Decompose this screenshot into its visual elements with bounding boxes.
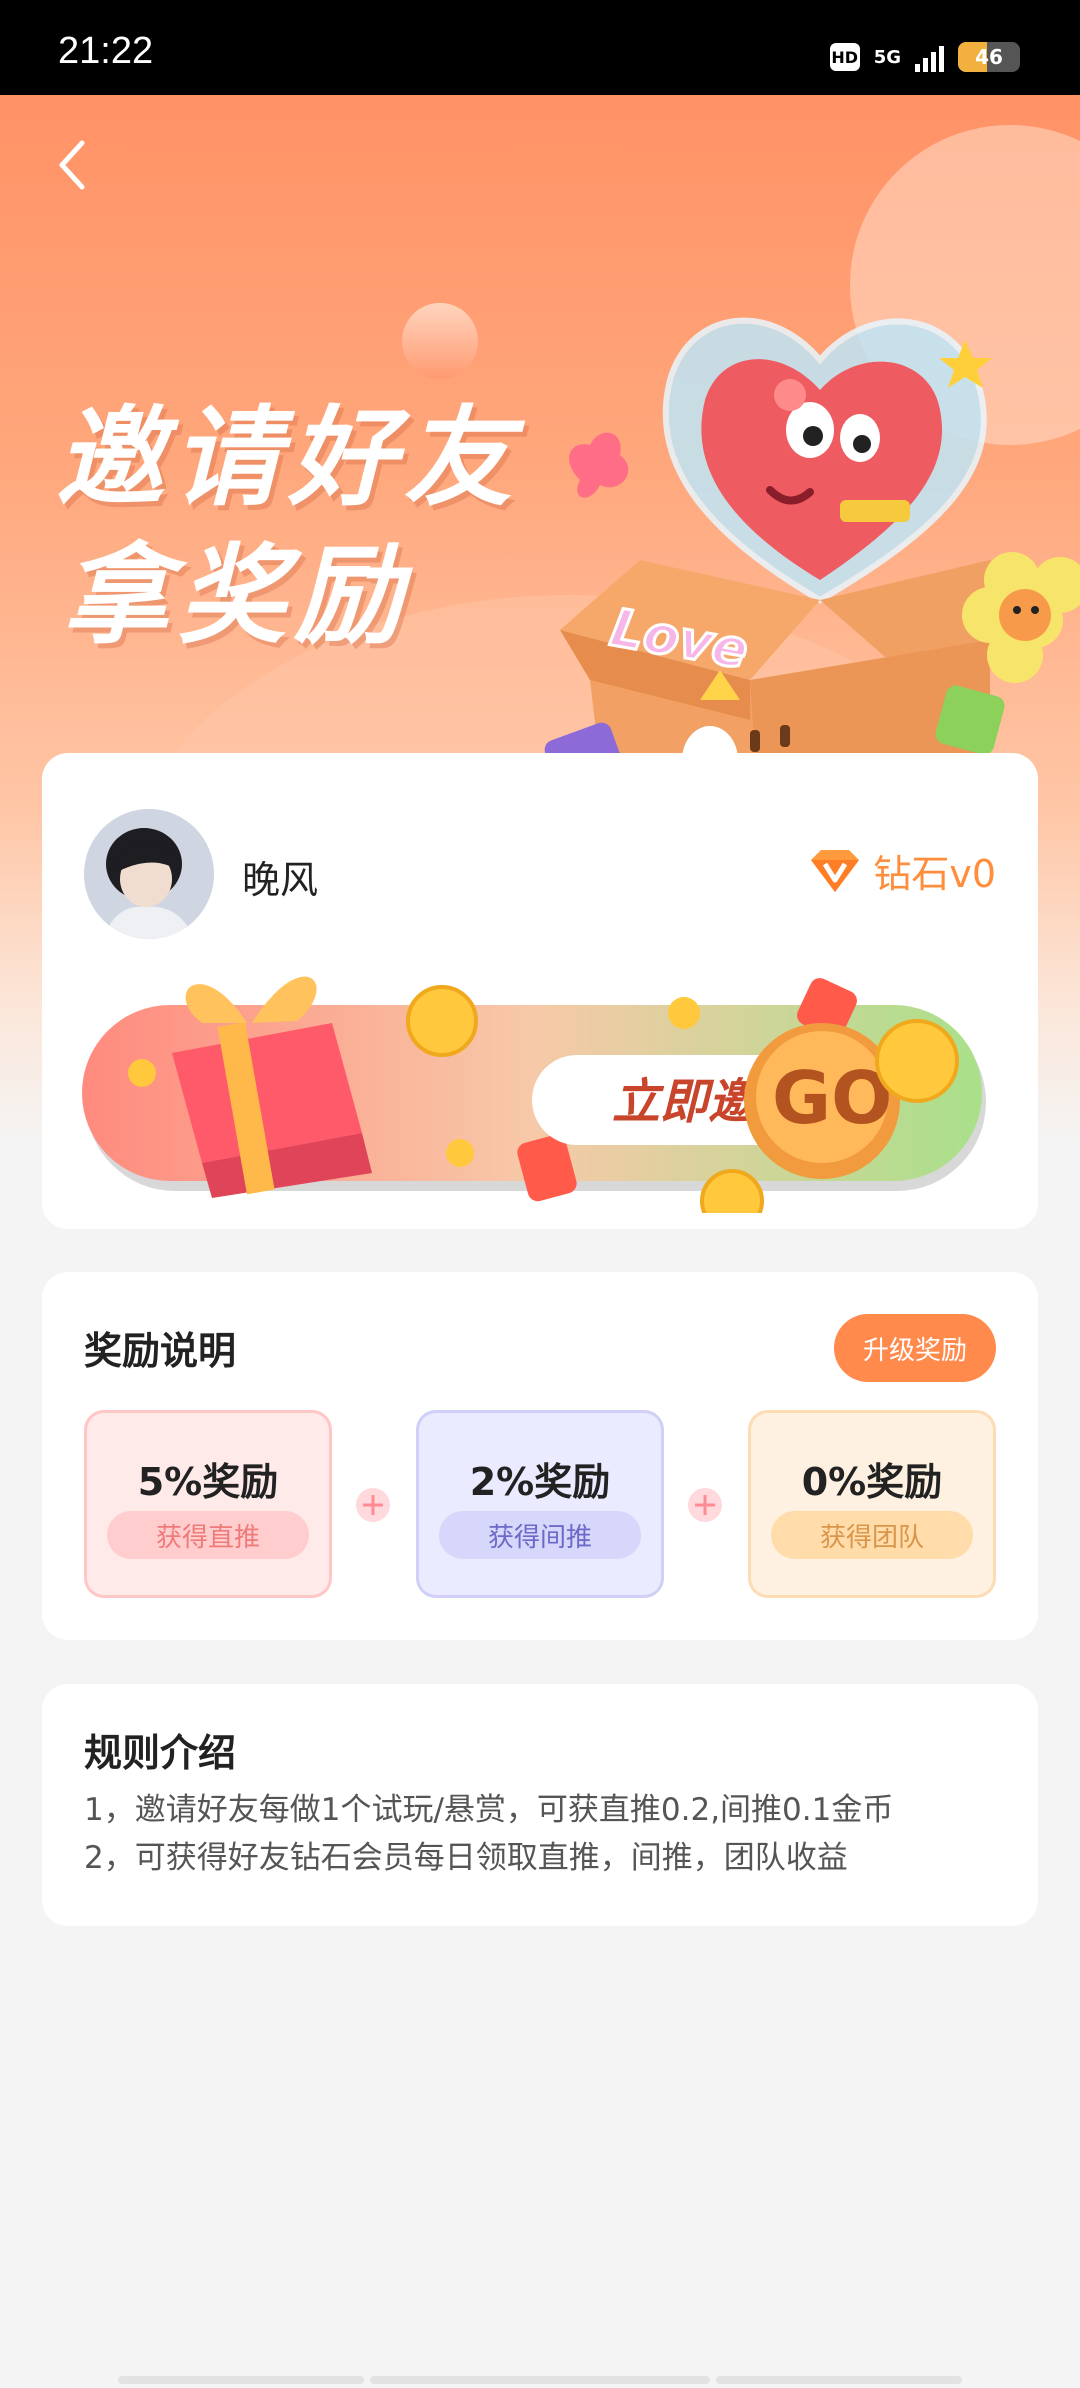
reward-direct-title: 5%奖励 [137,1460,279,1504]
level-badge[interactable]: 钻石v0 [809,843,996,898]
network-type: 5G [873,46,901,68]
gesture-bar [716,2376,962,2384]
status-bar: 21:22 HD 5G 46 [0,0,1080,95]
reward-indirect-chip: 获得间推 [439,1511,641,1559]
rules-title: 规则介绍 [84,1731,237,1775]
gesture-bar [118,2376,364,2384]
rewards-title: 奖励说明 [84,1329,237,1373]
go-label: GO [772,1056,892,1140]
gesture-bar [370,2376,710,2384]
battery-level: 46 [975,45,1003,69]
reward-team-title: 0%奖励 [801,1460,943,1504]
status-time: 21:22 [58,30,154,72]
rules-line: 2，可获得好友钻石会员每日领取直推，间推，团队收益 [84,1840,848,1876]
reward-direct-chip: 获得直推 [107,1511,309,1559]
battery-icon: 46 [958,42,1020,72]
rules-card: 规则介绍 1，邀请好友每做1个试玩/悬赏，可获直推0.2,间推0.1金币 2，可… [42,1684,1038,1926]
rules-line: 1，邀请好友每做1个试玩/悬赏，可获直推0.2,间推0.1金币 [84,1792,894,1828]
diamond-v-icon [811,849,860,892]
invite-now-banner[interactable]: 立即邀请 GO [82,913,998,1213]
hero-title: 邀请好友 拿奖励 [56,390,520,666]
chevron-left-icon[interactable] [50,135,94,195]
hero-decor-ball [402,303,478,379]
reward-indirect: 2%奖励 获得间推 [416,1410,664,1598]
level-text: 钻石v0 [873,852,996,896]
signal-icon [915,42,944,72]
status-icons: HD 5G 46 [829,42,1020,72]
upgrade-rewards-button[interactable]: 升级奖励 [834,1314,996,1382]
reward-direct: 5%奖励 获得直推 [84,1410,332,1598]
reward-indirect-title: 2%奖励 [469,1460,611,1504]
hero-title-line1: 邀请好友 [56,396,521,521]
user-card: 晚风 钻石v0 立即邀请 GO [42,753,1038,1229]
plus-icon [688,1488,722,1522]
hd-icon: HD [829,43,860,71]
rewards-card: 奖励说明 升级奖励 5%奖励 获得直推 2%奖励 获得间推 0%奖励 获得团队 [42,1272,1038,1640]
hero-title-line2: 拿奖励 [62,534,411,659]
reward-team: 0%奖励 获得团队 [748,1410,996,1598]
reward-team-chip: 获得团队 [771,1511,973,1559]
plus-icon [356,1488,390,1522]
username: 晚风 [242,858,319,902]
